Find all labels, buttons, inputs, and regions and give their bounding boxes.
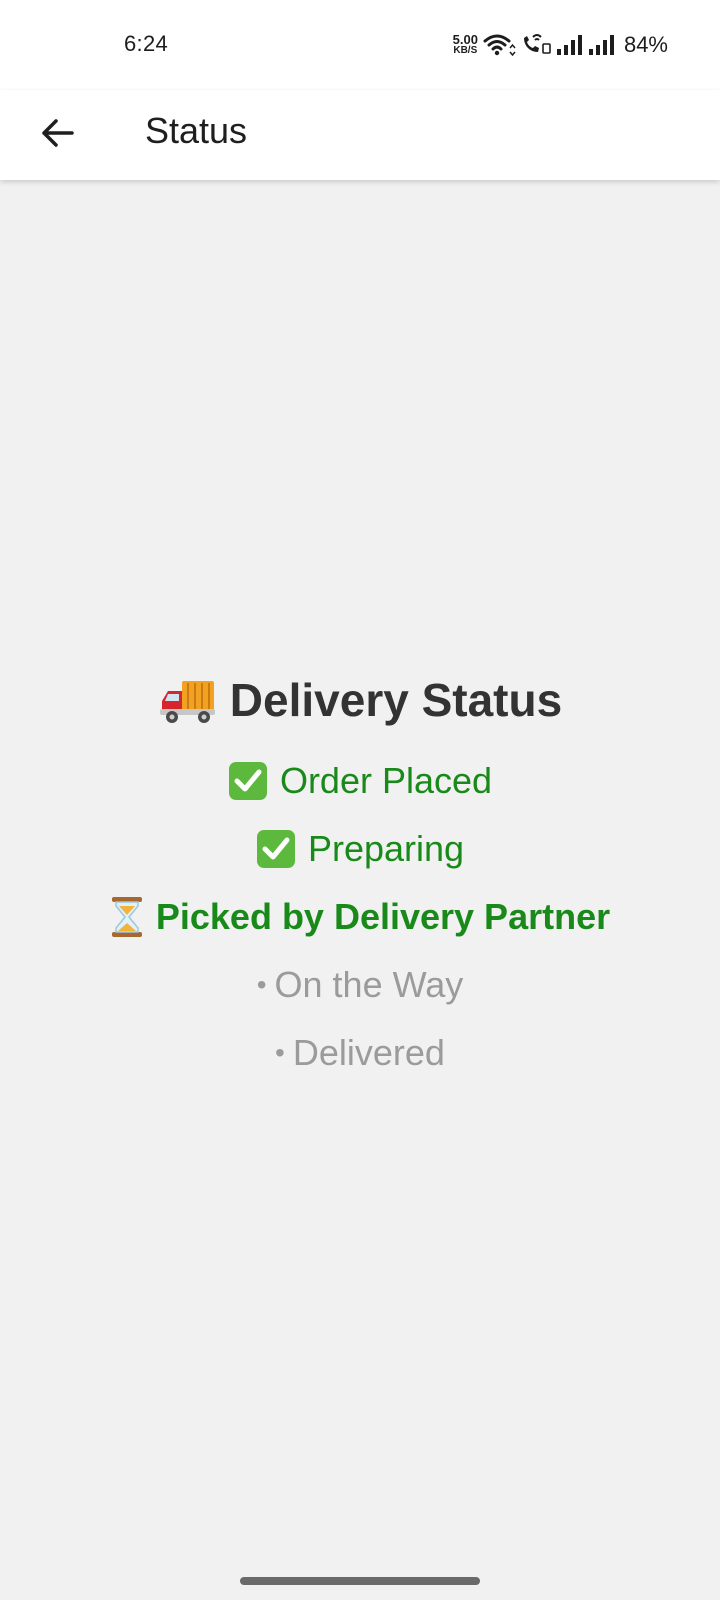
back-button[interactable] [32,108,82,158]
status-step-label: On the Way [274,964,464,1005]
status-step-picked-by-partner: Picked by Delivery Partner [110,892,610,942]
battery-level: 84% [623,32,668,57]
delivery-status-section: Delivery Status Order Placed Preparing P… [0,665,720,1096]
arrow-left-icon [42,119,74,147]
delivery-status-title: Delivery Status [229,674,563,726]
network-speed-value: 5.00 [452,32,478,47]
check-mark-icon [256,830,295,868]
check-mark-icon [228,762,267,800]
status-icons: 5.00 KB/S 84% [453,30,668,60]
network-speed-unit: KB/S [453,45,478,56]
bullet-icon: • [256,969,267,1000]
hourglass-icon [111,897,142,937]
status-step-label: Order Placed [279,760,493,801]
status-step-delivered: • Delivered [275,1028,445,1078]
status-step-on-the-way: • On the Way [257,960,464,1010]
status-step-order-placed: Order Placed [228,756,492,806]
status-step-label: Picked by Delivery Partner [155,896,611,937]
wifi-icon [483,34,516,57]
gesture-nav-handle[interactable] [240,1577,480,1585]
app-bar: Status [0,90,720,180]
status-step-label: Delivered [292,1032,445,1073]
network-speed: 5.00 KB/S [452,32,478,56]
status-step-label: Preparing [307,828,465,869]
wifi-calling-icon [523,34,551,54]
delivery-truck-icon [159,681,215,723]
system-status-bar: 6:24 5.00 KB/S 84% [0,0,720,90]
signal-strength-icon [588,35,614,55]
signal-strength-icon [556,35,582,55]
status-step-preparing: Preparing [256,824,464,874]
bullet-icon: • [275,1037,285,1068]
delivery-status-heading: Delivery Status [158,665,562,735]
page-title: Status [145,110,248,151]
clock-time: 6:24 [124,31,169,56]
